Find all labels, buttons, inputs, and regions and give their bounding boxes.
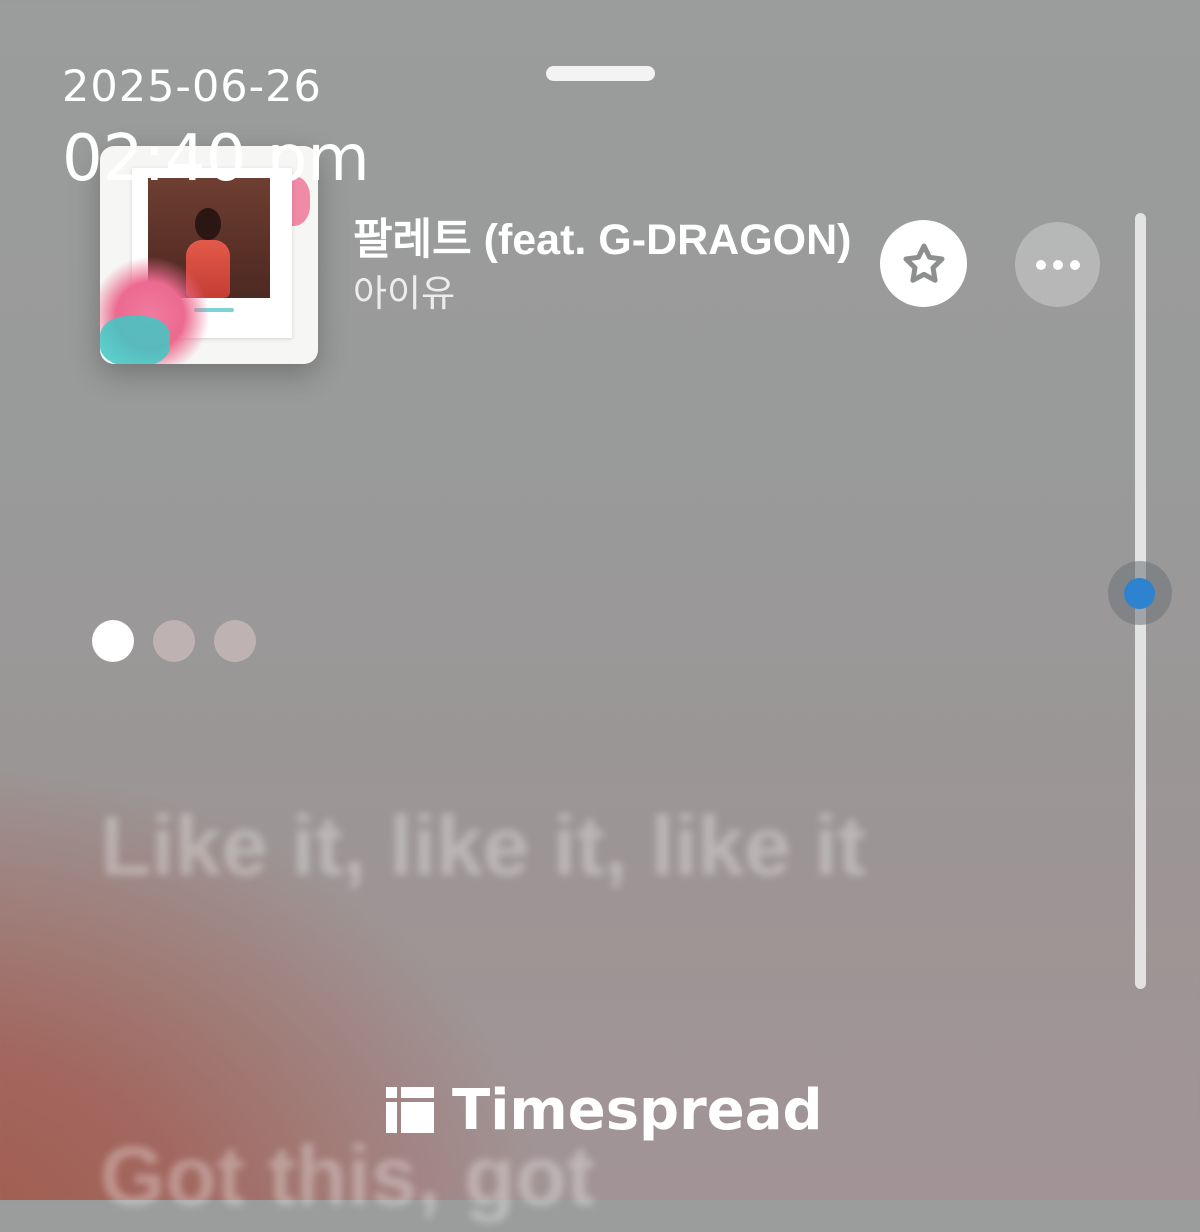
star-icon	[902, 242, 945, 283]
more-button[interactable]	[1015, 222, 1100, 307]
watermark-text: Timespread	[452, 1077, 823, 1143]
timestamp-date: 2025-06-26	[62, 62, 322, 112]
favorite-button[interactable]	[880, 220, 967, 307]
dot-pager[interactable]	[92, 620, 256, 662]
lyric-line-current[interactable]: Like it, like it, like it	[100, 790, 1000, 902]
timestamp-time: 02:40 pm	[62, 122, 370, 196]
pager-dot[interactable]	[153, 620, 195, 662]
watermark: Timespread	[386, 1077, 823, 1143]
sheet-grabber[interactable]	[546, 66, 655, 81]
album-art-splash	[100, 316, 170, 364]
timespread-logo-icon	[386, 1087, 434, 1133]
pager-dot[interactable]	[214, 620, 256, 662]
song-title: 팔레트 (feat. G-DRAGON)	[353, 216, 852, 264]
album-figure-head	[195, 208, 221, 240]
scrollbar-thumb[interactable]	[1124, 577, 1155, 609]
more-horizontal-icon	[1035, 259, 1080, 270]
artist-name[interactable]: 아이유	[353, 270, 455, 318]
pager-dot[interactable]	[92, 620, 134, 662]
